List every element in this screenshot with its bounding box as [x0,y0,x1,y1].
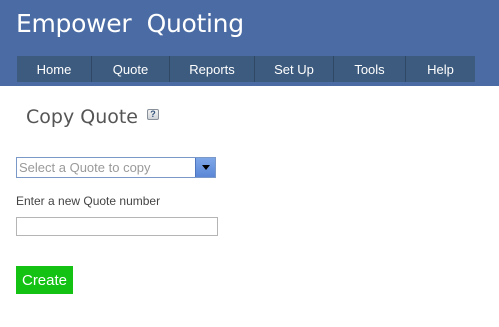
nav-item-quote[interactable]: Quote [92,56,170,82]
nav-item-tools[interactable]: Tools [334,56,406,82]
nav-item-help[interactable]: Help [406,56,475,82]
nav-item-set-up[interactable]: Set Up [255,56,334,82]
main-nav: Home Quote Reports Set Up Tools Help [17,56,475,82]
create-button[interactable]: Create [16,266,73,294]
app-title: Empower Quoting [16,9,244,38]
new-quote-number-label: Enter a new Quote number [16,194,161,208]
quote-select-value: Select a Quote to copy [19,160,151,175]
quote-select-dropdown[interactable]: Select a Quote to copy [16,157,216,178]
nav-item-reports[interactable]: Reports [170,56,255,82]
nav-item-home[interactable]: Home [17,56,92,82]
dropdown-arrow-button[interactable] [195,158,215,177]
page-title: Copy Quote [26,106,138,128]
app-header: Empower Quoting Home Quote Reports Set U… [0,0,499,86]
chevron-down-icon [201,165,210,170]
new-quote-number-input[interactable] [16,217,218,236]
help-icon[interactable]: ? [147,109,159,120]
